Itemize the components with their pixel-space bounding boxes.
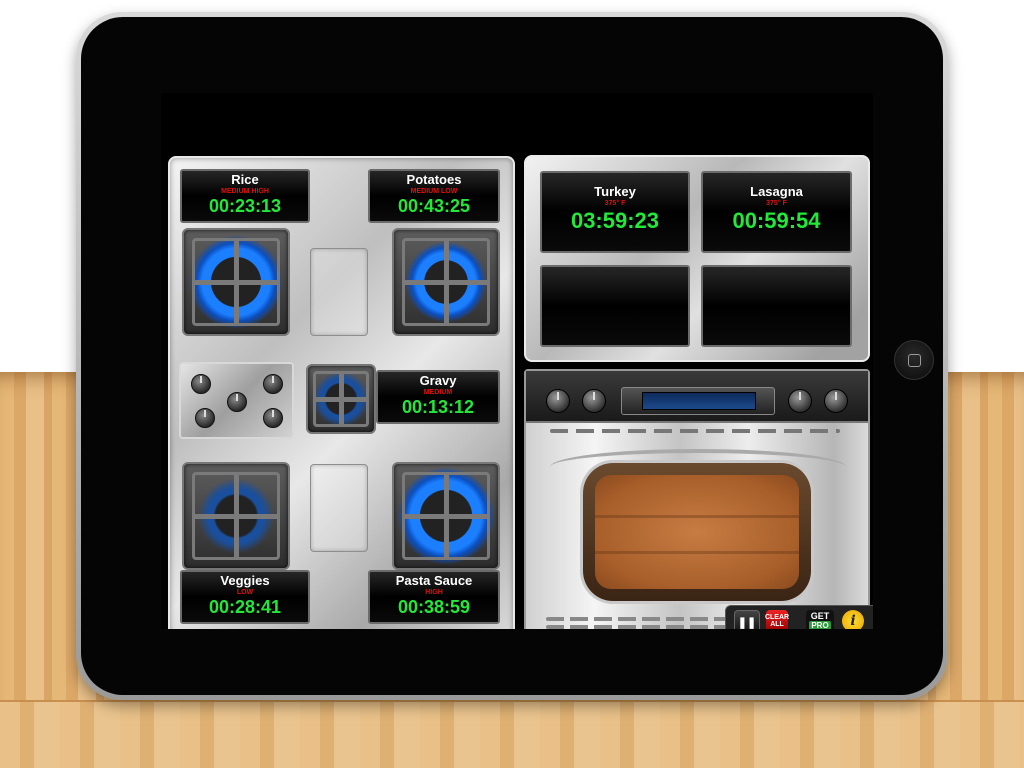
timer-temperature: 375° F (604, 200, 626, 207)
timer-name: Rice (231, 172, 259, 187)
burner-potatoes[interactable] (392, 228, 500, 336)
knob-icon[interactable] (263, 408, 283, 428)
burner-timer-veggies[interactable]: Veggies LOW 00:28:41 (180, 570, 310, 624)
oven-knob-icon[interactable] (788, 389, 812, 413)
timer-heat-level: HIGH (425, 589, 443, 596)
knob-icon[interactable] (195, 408, 215, 428)
grate-icon (402, 238, 491, 327)
control-bar: ❚❚ CLEAR ALL GET PRO i (725, 605, 873, 629)
oven-knob-icon[interactable] (582, 389, 606, 413)
home-icon (907, 353, 921, 367)
stovetop-pad (310, 248, 368, 336)
timer-name: Gravy (419, 373, 457, 388)
timer-name: Turkey (594, 184, 636, 199)
stovetop-pad (310, 464, 368, 552)
grate-icon (192, 238, 281, 327)
timer-heat-level: MEDIUM (423, 389, 453, 396)
knob-icon[interactable] (191, 374, 211, 394)
table-edge (0, 700, 1024, 768)
clear-all-button[interactable]: CLEAR ALL (764, 610, 790, 629)
timer-heat-level: LOW (236, 589, 254, 596)
app-screen: Rice MEDIUM HIGH 00:23:13 Potatoes MEDIU… (161, 93, 873, 629)
oven-knob-icon[interactable] (824, 389, 848, 413)
oven-vent (550, 429, 840, 433)
timer-time: 03:59:23 (570, 208, 660, 233)
burner-timer-potatoes[interactable]: Potatoes MEDIUM LOW 00:43:25 (368, 169, 500, 223)
burner-timer-gravy[interactable]: Gravy MEDIUM 00:13:12 (376, 370, 500, 424)
timer-time: 00:59:54 (732, 208, 821, 233)
timer-heat-level: MEDIUM HIGH (221, 188, 269, 195)
timer-name: Potatoes (406, 172, 462, 187)
timer-time: 00:28:41 (208, 597, 282, 617)
grate-icon (192, 472, 281, 561)
oven-window (583, 463, 811, 601)
info-button[interactable]: i (842, 610, 864, 629)
timer-name: Veggies (220, 573, 270, 588)
timer-time: 00:13:12 (401, 397, 475, 417)
oven-rack (595, 515, 799, 518)
burner-gravy[interactable] (306, 364, 376, 434)
get-pro-button[interactable]: GET PRO (806, 610, 834, 629)
oven-timer-turkey[interactable]: Turkey 375° F 03:59:23 (540, 171, 690, 253)
knob-icon[interactable] (263, 374, 283, 394)
oven-timer-empty-slot[interactable] (701, 265, 852, 347)
oven (524, 369, 870, 629)
burner-timer-rice[interactable]: Rice MEDIUM HIGH 00:23:13 (180, 169, 310, 223)
timer-time: 00:38:59 (397, 597, 471, 617)
oven-control-panel (526, 371, 868, 423)
oven-timer-panel: Turkey 375° F 03:59:23 Lasagna 375° F 00… (524, 155, 870, 362)
burner-rice[interactable] (182, 228, 290, 336)
oven-knob-icon[interactable] (546, 389, 570, 413)
oven-vent (546, 617, 726, 621)
clear-all-label: CLEAR ALL (764, 614, 790, 628)
pause-button[interactable]: ❚❚ (734, 610, 760, 629)
tablet-bezel: Rice MEDIUM HIGH 00:23:13 Potatoes MEDIU… (81, 17, 943, 695)
burner-timer-pasta-sauce[interactable]: Pasta Sauce HIGH 00:38:59 (368, 570, 500, 624)
oven-timer-empty-slot[interactable] (540, 265, 690, 347)
tablet-device: Rice MEDIUM HIGH 00:23:13 Potatoes MEDIU… (76, 12, 948, 700)
burner-pasta-sauce[interactable] (392, 462, 500, 570)
timer-time: 00:43:25 (397, 196, 471, 216)
burner-knob-panel (179, 362, 294, 439)
timer-heat-level: MEDIUM LOW (410, 188, 458, 195)
grate-icon (313, 371, 370, 428)
oven-window-glass (595, 475, 799, 589)
oven-display-screen (642, 392, 756, 410)
oven-timer-lasagna[interactable]: Lasagna 375° F 00:59:54 (701, 171, 852, 253)
burner-veggies[interactable] (182, 462, 290, 570)
timer-time: 00:23:13 (208, 196, 282, 216)
oven-display (621, 387, 775, 415)
info-icon: i (850, 613, 856, 629)
home-button[interactable] (894, 340, 934, 380)
timer-temperature: 375° F (766, 200, 787, 207)
oven-rack (595, 551, 799, 554)
knob-icon[interactable] (227, 392, 247, 412)
get-label: GET (810, 611, 830, 621)
pause-icon: ❚❚ (737, 616, 757, 629)
pro-label: PRO (809, 621, 831, 629)
oven-vent (546, 625, 726, 629)
timer-name: Pasta Sauce (395, 573, 473, 588)
timer-name: Lasagna (750, 184, 803, 199)
grate-icon (402, 472, 491, 561)
stovetop-panel: Rice MEDIUM HIGH 00:23:13 Potatoes MEDIU… (168, 156, 515, 629)
